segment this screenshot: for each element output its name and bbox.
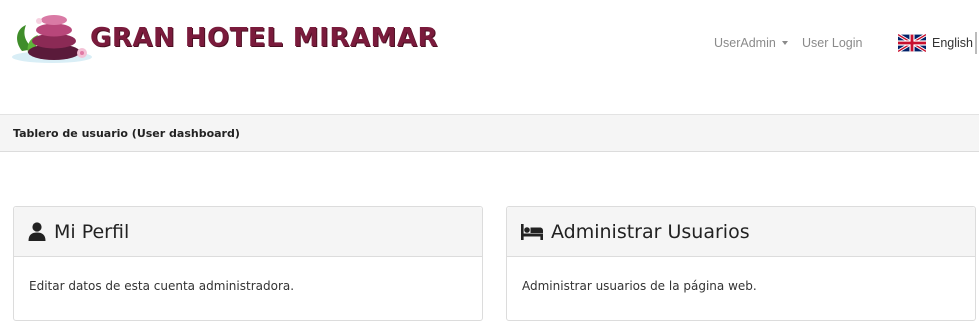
language-label: English <box>932 36 973 50</box>
page-title: Tablero de usuario (User dashboard) <box>13 127 240 140</box>
manage-users-title: Administrar Usuarios <box>551 220 750 243</box>
top-navbar: GRAN HOTEL MIRAMAR UserAdmin User Login … <box>0 0 979 114</box>
brand-name: GRAN HOTEL MIRAMAR <box>90 23 438 53</box>
user-admin-label: UserAdmin <box>714 36 776 50</box>
brand-logo-link[interactable]: GRAN HOTEL MIRAMAR <box>8 6 438 66</box>
manage-users-description: Administrar usuarios de la página web. <box>522 279 757 293</box>
my-profile-card[interactable]: Mi Perfil Editar datos de esta cuenta ad… <box>13 206 483 321</box>
manage-users-card-heading: Administrar Usuarios <box>507 207 975 257</box>
language-selector[interactable]: English <box>898 34 973 52</box>
breadcrumb: Tablero de usuario (User dashboard) <box>0 114 979 152</box>
my-profile-card-heading: Mi Perfil <box>14 207 482 257</box>
user-admin-dropdown[interactable]: UserAdmin <box>714 36 788 50</box>
my-profile-title: Mi Perfil <box>54 220 130 243</box>
spa-stones-logo <box>12 15 92 63</box>
my-profile-card-body: Editar datos de esta cuenta administrado… <box>14 257 482 312</box>
manage-users-card-body: Administrar usuarios de la página web. <box>507 257 975 312</box>
user-login-label: User Login <box>802 36 863 50</box>
user-login-link[interactable]: User Login <box>802 36 862 50</box>
my-profile-description: Editar datos de esta cuenta administrado… <box>29 279 295 293</box>
uk-flag-icon <box>898 34 926 52</box>
scrollbar-edge <box>975 32 977 54</box>
user-icon <box>28 222 46 241</box>
manage-users-card[interactable]: Administrar Usuarios Administrar usuario… <box>506 206 976 321</box>
bed-icon <box>521 223 543 240</box>
caret-down-icon <box>781 41 788 45</box>
